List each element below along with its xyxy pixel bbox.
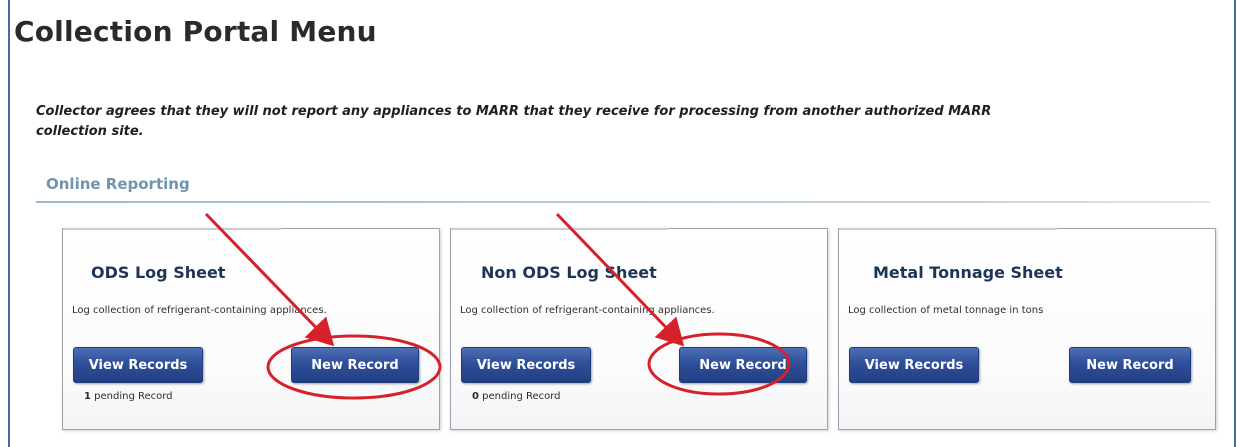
view-records-button[interactable]: View Records [73, 347, 203, 383]
pending-label: pending Record [90, 391, 173, 402]
pending-count: 0 [472, 391, 479, 402]
collector-disclaimer: Collector agrees that they will not repo… [36, 104, 992, 139]
pending-label: pending Record [478, 391, 561, 402]
card-title: ODS Log Sheet [91, 263, 226, 282]
card-description: Log collection of refrigerant-containing… [460, 305, 715, 316]
card-ods-log-sheet: ODS Log Sheet Log collection of refriger… [62, 228, 440, 430]
view-records-button[interactable]: View Records [461, 347, 591, 383]
card-top-line [63, 228, 282, 230]
card-top-line [839, 228, 1058, 230]
card-title: Metal Tonnage Sheet [873, 263, 1063, 282]
new-record-button[interactable]: New Record [679, 347, 807, 383]
card-description: Log collection of refrigerant-containing… [72, 305, 327, 316]
section-divider [36, 201, 1210, 203]
section-heading-online-reporting: Online Reporting [46, 175, 190, 193]
pending-records-status: 0 pending Record [472, 391, 561, 402]
card-description: Log collection of metal tonnage in tons [848, 305, 1044, 316]
new-record-button[interactable]: New Record [291, 347, 419, 383]
card-non-ods-log-sheet: Non ODS Log Sheet Log collection of refr… [450, 228, 828, 430]
pending-count: 1 [84, 391, 91, 402]
view-records-button[interactable]: View Records [849, 347, 979, 383]
page-title: Collection Portal Menu [14, 15, 377, 48]
card-title: Non ODS Log Sheet [481, 263, 657, 282]
pending-records-status: 1 pending Record [84, 391, 173, 402]
new-record-button[interactable]: New Record [1069, 347, 1191, 383]
card-top-line [451, 228, 670, 230]
card-metal-tonnage-sheet: Metal Tonnage Sheet Log collection of me… [838, 228, 1216, 430]
